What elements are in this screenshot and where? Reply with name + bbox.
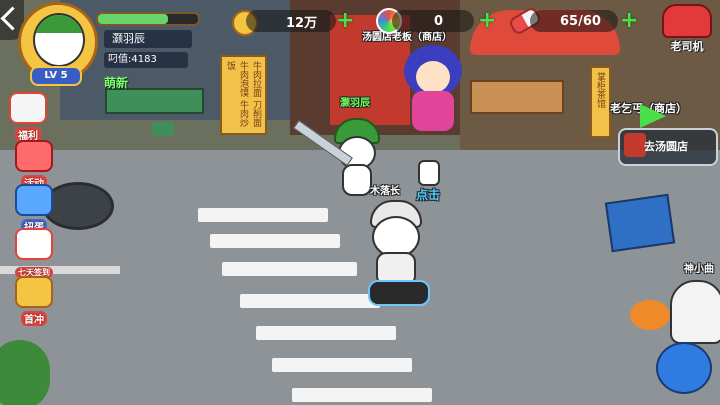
npc-face bbox=[416, 61, 450, 93]
gacha-machine-icon bbox=[15, 184, 53, 216]
game-scene[interactable]: 牛肉拉面 刀削面 牛肉泡馍 牛肉炒饭 掌柜茶馆 汤圆店老板（商店） 灏羽辰 点击… bbox=[0, 0, 720, 405]
candy-counter: 0 bbox=[392, 10, 474, 32]
gold-counter: 12万 bbox=[246, 10, 336, 32]
noodle-sign: 牛肉拉面 刀削面 牛肉泡馍 牛肉炒饭 bbox=[220, 55, 267, 135]
crosswalk-stripe bbox=[240, 294, 380, 308]
green-stool bbox=[152, 122, 174, 136]
bush bbox=[0, 340, 50, 405]
teahouse-sign: 掌柜茶馆 bbox=[590, 66, 611, 138]
treasure-chest-icon bbox=[15, 276, 53, 308]
exp-bar bbox=[96, 12, 200, 26]
car-icon bbox=[662, 4, 712, 38]
first-charge-label: 首冲 bbox=[21, 311, 47, 326]
gift-icon bbox=[9, 92, 47, 124]
crosswalk-stripe bbox=[210, 234, 340, 248]
stamina-value: 65/60 bbox=[560, 13, 601, 29]
seven-day-button[interactable]: 七天签到 bbox=[14, 228, 54, 279]
green-arrow-icon bbox=[640, 104, 666, 128]
green-table bbox=[105, 88, 204, 114]
gold-value: 12万 bbox=[286, 15, 318, 31]
god-xiaoqu-label: 神小曲 bbox=[684, 264, 714, 275]
driver-label: 老司机 bbox=[670, 40, 704, 53]
level-badge: LV 5 bbox=[30, 66, 82, 86]
avatar-watermelon-head-icon bbox=[33, 13, 85, 67]
first-charge-button[interactable]: 首冲 bbox=[14, 276, 54, 327]
player-name: 灏羽辰 bbox=[104, 30, 192, 48]
add-stamina-button[interactable]: + bbox=[620, 10, 638, 32]
crosswalk-stripe bbox=[256, 326, 396, 340]
welfare-button[interactable]: 福利 bbox=[8, 92, 48, 143]
village-chief-npc[interactable] bbox=[362, 200, 432, 310]
goto-shop-label: 去汤圆店 bbox=[644, 140, 688, 153]
player-body bbox=[342, 164, 372, 196]
npc-dress bbox=[412, 91, 454, 131]
activity-icon bbox=[15, 140, 53, 172]
player-stat: 叼值:4183 bbox=[104, 52, 188, 68]
blue-box bbox=[604, 193, 676, 253]
candy-value: 0 bbox=[434, 13, 444, 29]
driver-button[interactable]: 老司机 bbox=[660, 4, 714, 54]
stall-table bbox=[470, 80, 564, 114]
crosswalk-stripe bbox=[292, 388, 432, 402]
fruit-pile bbox=[630, 300, 670, 330]
calendar-icon bbox=[15, 228, 53, 260]
add-gold-button[interactable]: + bbox=[336, 10, 354, 32]
exp-bar-fill bbox=[98, 14, 168, 24]
shop-thumbnail-icon bbox=[624, 133, 646, 157]
village-chief-label: 木落长 bbox=[370, 186, 400, 197]
player-nameplate: 灏羽辰 bbox=[340, 98, 370, 109]
segway bbox=[368, 280, 430, 306]
shop-owner-npc[interactable] bbox=[398, 45, 468, 135]
stamina-counter: 65/60 bbox=[530, 10, 618, 32]
crosswalk-stripe bbox=[272, 358, 412, 372]
blue-monster-npc[interactable] bbox=[656, 342, 712, 394]
add-candy-button[interactable]: + bbox=[478, 10, 496, 32]
god-xiaoqu-npc[interactable] bbox=[670, 280, 720, 344]
crosswalk-stripe bbox=[222, 262, 357, 276]
player-tag: 萌新 bbox=[104, 76, 129, 90]
pointer-hand-icon bbox=[418, 160, 440, 186]
goto-shop-button[interactable]: 去汤圆店 bbox=[618, 128, 718, 166]
crosswalk-stripe bbox=[198, 208, 328, 222]
